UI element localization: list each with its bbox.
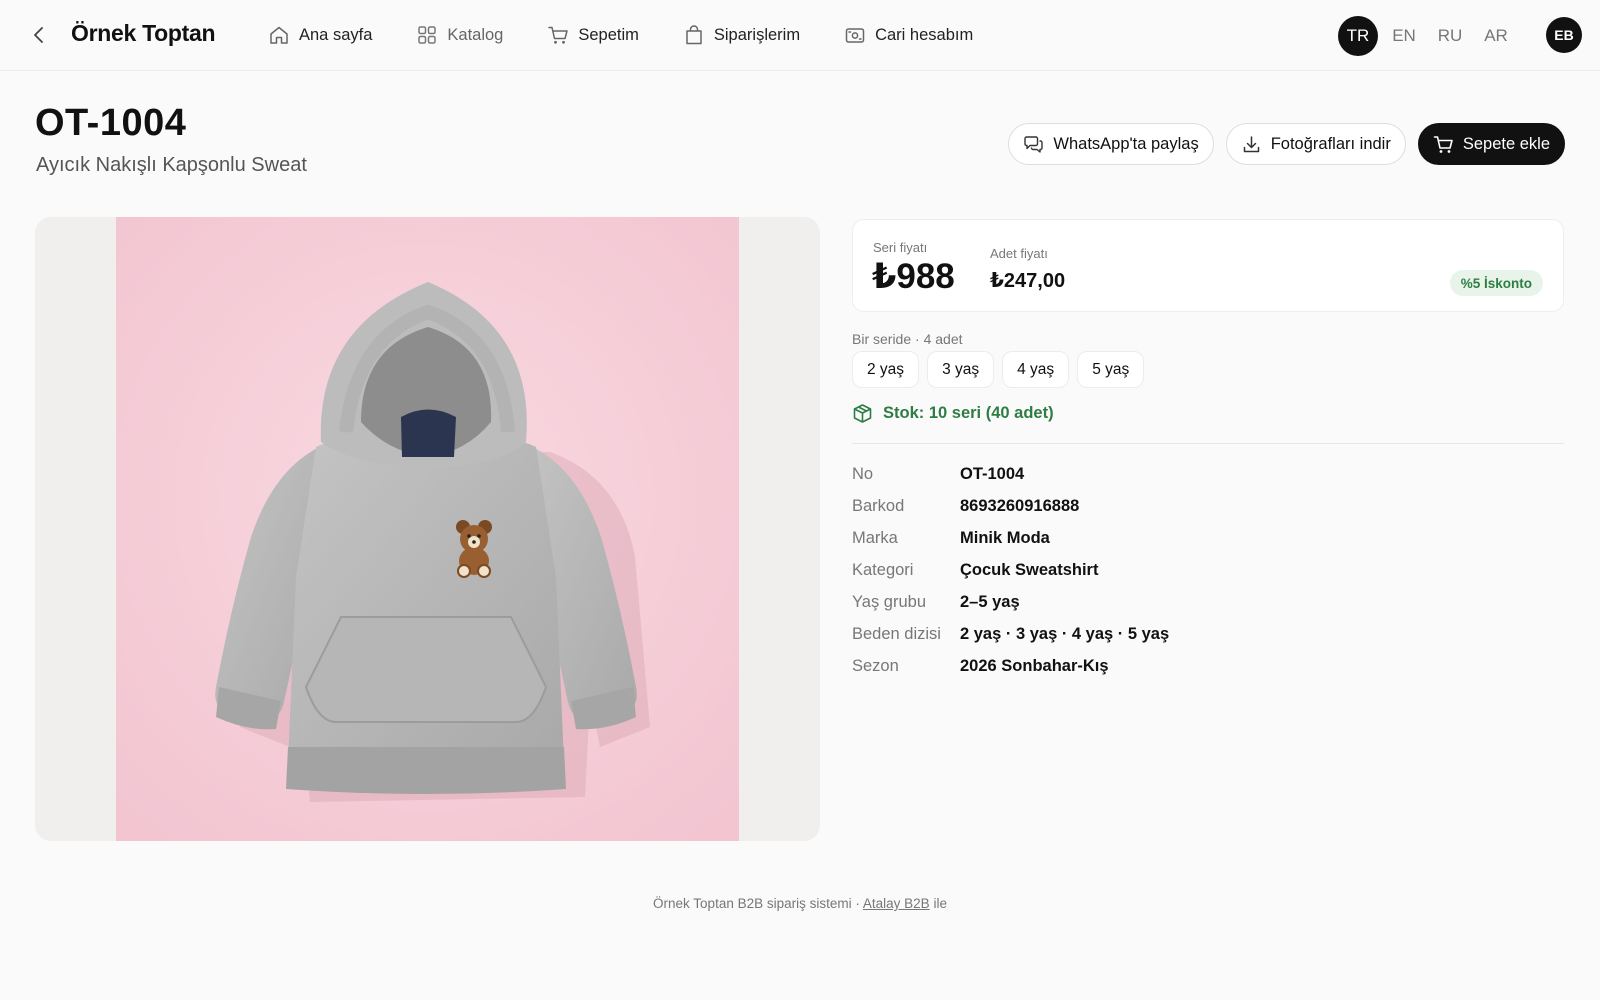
nav-cart-label: Sepetim (578, 25, 639, 44)
size-list: 2 yaş 3 yaş 4 yaş 5 yaş (852, 351, 1145, 388)
spec-value: OT-1004 (960, 464, 1025, 483)
product-actions: WhatsApp'ta paylaş Fotoğrafları indir Se… (1008, 123, 1565, 165)
spec-row: Beden dizisi 2 yaş · 3 yaş · 4 yaş · 5 ya… (852, 618, 1169, 650)
nav-home-label: Ana sayfa (299, 25, 373, 44)
lang-tr[interactable]: TR (1338, 16, 1378, 56)
nav-orders-label: Siparişlerim (713, 25, 801, 44)
spec-row: Barkod 8693260916888 (852, 490, 1169, 522)
series-price-label: Seri fiyatı (873, 240, 928, 255)
lang-ru[interactable]: RU (1430, 16, 1470, 56)
nav-account-label: Cari hesabım (875, 25, 974, 44)
spec-value: Minik Moda (960, 528, 1050, 547)
stock-text: Stok: 10 seri (40 adet) (883, 404, 1054, 422)
chevron-left-icon (34, 27, 43, 43)
spec-value: 2 yaş · 3 yaş · 4 yaş · 5 yaş (960, 624, 1170, 643)
spec-row: Sezon 2026 Sonbahar-Kış (852, 650, 1169, 682)
spec-table: No OT-1004 Barkod 8693260916888 Marka Minik… (852, 458, 1169, 682)
language-switcher: TR EN RU AR (1338, 16, 1522, 56)
stock-status: Stok: 10 seri (40 adet) (852, 403, 1054, 424)
spec-value: 8693260916888 (960, 496, 1080, 515)
hoodie-illustration (116, 217, 739, 841)
spec-key: Sezon (852, 656, 899, 675)
spec-key: Marka (852, 528, 898, 547)
nav-catalog-label: Katalog (447, 25, 504, 44)
chat-bubbles-icon (1024, 135, 1044, 153)
download-icon (1243, 135, 1259, 152)
footer-link[interactable]: Atalay B2B (863, 896, 930, 911)
spec-value: 2–5 yaş (960, 592, 1020, 611)
lang-ar[interactable]: AR (1476, 16, 1516, 56)
nav-home[interactable]: Ana sayfa (268, 22, 372, 48)
unit-price-value: ₺247,00 (990, 270, 1066, 292)
size-chip[interactable]: 2 yaş (852, 351, 920, 388)
spec-key: Barkod (852, 496, 905, 515)
back-button[interactable] (26, 22, 52, 48)
spec-key: Beden dizisi (852, 624, 941, 643)
nav-cart[interactable]: Sepetim (547, 22, 639, 48)
unit-price-label: Adet fiyatı (990, 246, 1048, 261)
product-name: Ayıcık Nakışlı Kapşonlu Sweat (36, 154, 307, 176)
product-code: OT-1004 (35, 102, 187, 144)
nav-catalog[interactable]: Katalog (416, 22, 503, 48)
user-avatar[interactable]: EB (1546, 17, 1582, 53)
spec-row: Marka Minik Moda (852, 522, 1169, 554)
home-icon (270, 26, 288, 44)
price-card: Seri fiyatı ₺988 Adet fiyatı ₺247,00 %5 … (852, 219, 1564, 312)
cart-icon (548, 26, 569, 44)
spec-key: Yaş grubu (852, 592, 926, 611)
nav-account[interactable]: Cari hesabım (844, 22, 973, 48)
brand-logo[interactable]: Örnek Toptan (71, 20, 216, 47)
footer-suffix: ile (933, 896, 947, 911)
cart-icon (1433, 135, 1453, 153)
nav-orders[interactable]: Siparişlerim (683, 22, 800, 48)
grid-icon (418, 26, 437, 44)
spec-row: Kategori Çocuk Sweatshirt (852, 554, 1169, 586)
download-photos-button[interactable]: Fotoğrafları indir (1225, 123, 1406, 165)
size-chip[interactable]: 4 yaş (1002, 351, 1070, 388)
footer: Örnek Toptan B2B sipariş sistemi · Atala… (0, 896, 1600, 911)
spec-value: 2026 Sonbahar-Kış (960, 656, 1109, 675)
whatsapp-share-label: WhatsApp'ta paylaş (1053, 134, 1199, 153)
spec-row: No OT-1004 (852, 458, 1169, 490)
add-to-cart-button[interactable]: Sepete ekle (1417, 123, 1565, 165)
lang-en[interactable]: EN (1384, 16, 1424, 56)
series-info: Bir seride · 4 adet (852, 331, 963, 347)
spec-key: No (852, 464, 874, 483)
size-chip[interactable]: 3 yaş (927, 351, 995, 388)
product-photo[interactable] (116, 217, 739, 841)
spec-row: Yaş grubu 2–5 yaş (852, 586, 1169, 618)
download-photos-label: Fotoğrafları indir (1270, 134, 1391, 153)
top-header: Örnek Toptan Ana sayfa Katalog Sepetim S… (0, 0, 1600, 71)
spec-value: Çocuk Sweatshirt (960, 560, 1099, 579)
bag-icon (686, 25, 702, 45)
wallet-icon (845, 28, 865, 43)
box-icon (853, 404, 872, 423)
main-nav: Ana sayfa Katalog Sepetim Siparişlerim C… (268, 22, 1017, 48)
product-image-panel (35, 217, 820, 841)
footer-text: Örnek Toptan B2B sipariş sistemi · (653, 896, 860, 911)
add-to-cart-label: Sepete ekle (1462, 134, 1550, 153)
whatsapp-share-button[interactable]: WhatsApp'ta paylaş (1008, 123, 1214, 165)
discount-badge: %5 İskonto (1449, 270, 1543, 296)
series-price-value: ₺988 (872, 257, 955, 296)
size-chip[interactable]: 5 yaş (1077, 351, 1145, 388)
divider (852, 443, 1564, 444)
spec-key: Kategori (852, 560, 914, 579)
